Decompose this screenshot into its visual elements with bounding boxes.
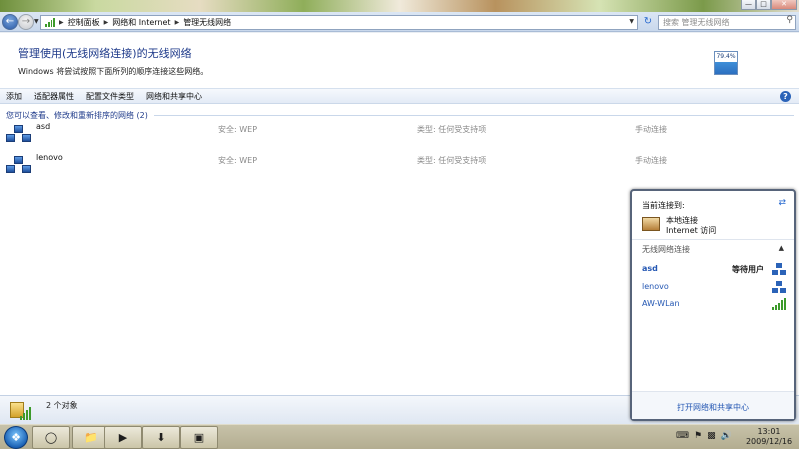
system-tray: ⌨ ⚑ ▩ 🔊 (676, 431, 732, 441)
maximize-button[interactable]: □ (756, 0, 771, 10)
chevron-right-icon: ▶ (59, 19, 64, 26)
taskbar: ❖ ◯ 📁 ▶ ⬇ ▣ ⌨ ⚑ ▩ 🔊 13:01 2009/12/16 (0, 424, 799, 449)
open-sharing-center-link[interactable]: 打开网络和共享中心 (632, 402, 794, 413)
wireless-network-icon (6, 154, 32, 176)
search-input[interactable]: 搜索 管理无线网络 (658, 15, 796, 30)
command-toolbar: 添加 适配器属性 配置文件类型 网络和共享中心 ? (0, 88, 799, 104)
adhoc-network-icon (772, 263, 786, 275)
browser-taskbar-icon[interactable]: ◯ (32, 426, 70, 449)
network-mode: 手动连接 (635, 156, 667, 165)
flyout-network-name: AW-WLan (642, 299, 680, 308)
help-icon[interactable]: ? (780, 91, 791, 102)
chevron-up-icon[interactable]: ▲ (779, 244, 784, 252)
network-security: 安全: WEP (218, 125, 258, 134)
network-row-lenovo[interactable]: lenovo 安全: WEP 类型: 任何受支持项 手动连接 (6, 152, 786, 180)
window-controls: — □ ✕ (741, 0, 797, 10)
local-connection-icon (642, 217, 660, 231)
refresh-button[interactable]: ↻ (640, 15, 656, 30)
signal-strength-icon (772, 298, 786, 310)
network-name: asd (36, 122, 51, 131)
breadcrumb-control-panel[interactable]: 控制面板 (68, 17, 100, 28)
page-description: Windows 将尝试按照下面所列的顺序连接这些网络。 (18, 67, 209, 76)
wireless-signal-badge: 79.4% (714, 51, 738, 75)
network-security: 安全: WEP (218, 156, 258, 165)
signal-badge-text: 79.4% (716, 53, 736, 60)
divider (153, 114, 794, 116)
add-button[interactable]: 添加 (0, 91, 28, 102)
network-row-asd[interactable]: asd 安全: WEP 类型: 任何受支持项 手动连接 (6, 121, 786, 149)
wireless-folder-icon (10, 399, 34, 421)
flyout-header: 当前连接到: (642, 201, 685, 210)
download-taskbar-icon[interactable]: ⬇ (142, 426, 180, 449)
connection-access: Internet 访问 (666, 226, 717, 235)
page-title: 管理使用(无线网络连接)的无线网络 (18, 47, 192, 60)
wireless-section-label: 无线网络连接 (642, 245, 690, 254)
network-group-header: 您可以查看、修改和重新排序的网络 (2) (6, 109, 794, 121)
address-dropdown-icon[interactable]: ▼ (629, 18, 634, 25)
media-player-taskbar-icon[interactable]: ▶ (104, 426, 142, 449)
navigation-bar: ← → ▼ ▶ 控制面板 ▶ 网络和 Internet ▶ 管理无线网络 ▼ ↻… (0, 12, 799, 32)
clock-time: 13:01 (757, 427, 781, 436)
network-type: 类型: 任何受支持项 (417, 156, 487, 165)
breadcrumb-manage-wireless[interactable]: 管理无线网络 (183, 17, 231, 28)
flyout-network-status: 等待用户 (732, 265, 764, 274)
flag-icon[interactable]: ⚑ (694, 431, 702, 441)
adapter-properties-button[interactable]: 适配器属性 (28, 91, 80, 102)
forward-button[interactable]: → (18, 14, 34, 30)
refresh-icon[interactable]: ⇄ (778, 198, 786, 208)
volume-icon[interactable]: 🔊 (721, 431, 732, 441)
flyout-network-name: lenovo (642, 282, 669, 291)
flyout-network-asd[interactable]: asd 等待用户 (632, 261, 794, 277)
desktop-background (0, 0, 799, 12)
chevron-right-icon: ▶ (103, 19, 109, 26)
flyout-network-lenovo[interactable]: lenovo (632, 279, 794, 295)
network-mode: 手动连接 (635, 125, 667, 134)
network-name: lenovo (36, 153, 63, 162)
clock-date: 2009/12/16 (745, 437, 793, 446)
wireless-network-icon (6, 123, 32, 145)
address-bar[interactable]: ▶ 控制面板 ▶ 网络和 Internet ▶ 管理无线网络 ▼ (40, 15, 638, 30)
start-button[interactable]: ❖ (4, 426, 28, 449)
item-count: 2 个对象 (46, 401, 78, 410)
network-tray-icon[interactable]: ▩ (707, 431, 716, 441)
back-button[interactable]: ← (2, 14, 18, 30)
close-button[interactable]: ✕ (771, 0, 797, 10)
network-flyout: 当前连接到: ⇄ 本地连接 Internet 访问 无线网络连接 ▲ asd 等… (630, 189, 796, 421)
recent-pages-dropdown[interactable]: ▼ (34, 18, 39, 25)
flyout-network-aw-wlan[interactable]: AW-WLan (632, 296, 794, 312)
sharing-center-button[interactable]: 网络和共享中心 (140, 91, 208, 102)
breadcrumb-network-internet[interactable]: 网络和 Internet (112, 17, 170, 28)
clock[interactable]: 13:01 2009/12/16 (744, 427, 794, 447)
group-label: 您可以查看、修改和重新排序的网络 (2) (6, 110, 148, 120)
chevron-right-icon: ▶ (174, 19, 180, 26)
network-type: 类型: 任何受支持项 (417, 125, 487, 134)
network-icon (45, 18, 55, 27)
minimize-button[interactable]: — (741, 0, 756, 10)
keyboard-icon[interactable]: ⌨ (676, 431, 689, 441)
search-icon[interactable]: ⚲ (786, 15, 793, 25)
adhoc-network-icon (772, 281, 786, 293)
flyout-network-name: asd (642, 264, 658, 273)
profile-type-button[interactable]: 配置文件类型 (80, 91, 140, 102)
network-window-taskbar-icon[interactable]: ▣ (180, 426, 218, 449)
flyout-footer: 打开网络和共享中心 (632, 391, 794, 419)
